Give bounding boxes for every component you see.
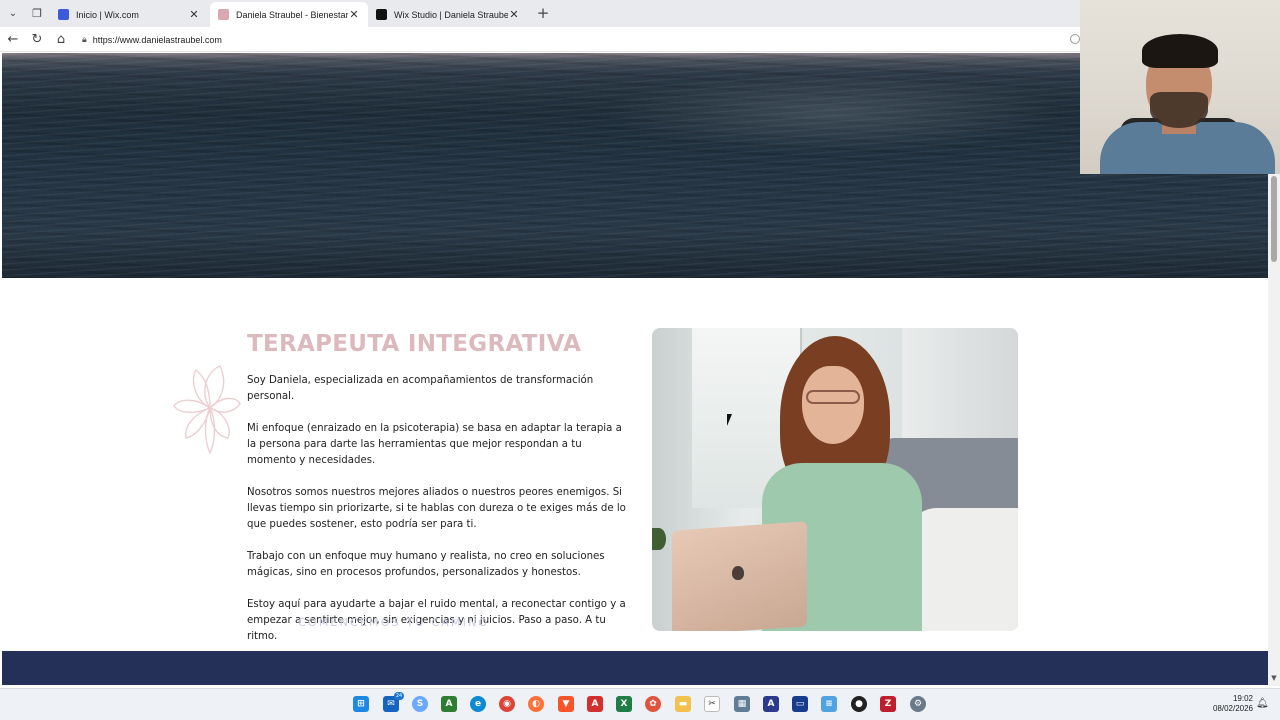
terminal-icon[interactable]: A xyxy=(441,696,457,712)
url-text: https://www.danielastraubel.com xyxy=(92,34,222,45)
site-favicon-icon xyxy=(218,9,229,20)
tab-search-icon[interactable]: ⌄ xyxy=(4,4,22,22)
windows-taskbar xyxy=(0,688,1280,720)
apple-logo-icon xyxy=(732,566,744,580)
app-icon[interactable]: ▭ xyxy=(792,696,808,712)
brave-icon[interactable]: ▼ xyxy=(558,696,574,712)
daniela-portrait-photo xyxy=(652,328,1018,631)
back-arrow-icon[interactable]: ← xyxy=(5,31,21,47)
paragraph: Soy Daniela, especializada en acompañami… xyxy=(247,375,594,402)
calculator-icon[interactable]: ▦ xyxy=(734,696,750,712)
tab-title: Inicio | Wix.com xyxy=(76,9,139,20)
notification-badge: 24 xyxy=(394,692,404,700)
windows-start-icon[interactable]: ⊞ xyxy=(353,696,369,712)
close-tab-icon[interactable]: ✕ xyxy=(348,8,360,21)
obs-icon[interactable]: ● xyxy=(851,696,867,712)
wix-favicon-icon xyxy=(58,9,69,20)
photo-face xyxy=(802,366,864,444)
edge-icon[interactable]: e xyxy=(470,696,486,712)
acrobat-icon[interactable]: A xyxy=(587,696,603,712)
paragraph: Trabajo con un enfoque muy humano y real… xyxy=(247,551,605,578)
excel-icon[interactable]: X xyxy=(616,696,632,712)
zoom-icon[interactable] xyxy=(1070,34,1080,44)
tab-inicio-wix[interactable]: Inicio | Wix.com ✕ xyxy=(50,2,208,27)
taskbar-clock[interactable]: 19:02 08/02/2026 xyxy=(1205,694,1253,714)
close-tab-icon[interactable]: ✕ xyxy=(508,8,520,21)
tab-title: Wix Studio | Daniela Straubel xyxy=(394,9,508,20)
cta-banner[interactable] xyxy=(2,651,1268,685)
notepad-icon[interactable]: ≡ xyxy=(821,696,837,712)
lock-icon: 🔒︎ xyxy=(82,34,87,45)
photo-pillow xyxy=(907,508,1018,631)
home-icon[interactable]: ⌂ xyxy=(53,31,69,47)
webcam-beard xyxy=(1150,92,1208,128)
hero-sea-image xyxy=(2,53,1268,278)
page-scrollbar[interactable] xyxy=(1268,174,1280,686)
scroll-thumb[interactable] xyxy=(1271,176,1277,262)
webcam-hair xyxy=(1142,34,1218,68)
photo-plant xyxy=(652,528,666,550)
new-tab-button[interactable]: + xyxy=(535,4,551,22)
chrome-icon[interactable]: ◉ xyxy=(499,696,515,712)
tab-actions-icon[interactable]: ❐ xyxy=(28,4,46,22)
app-icon[interactable]: A xyxy=(763,696,779,712)
wix-studio-favicon-icon xyxy=(376,9,387,20)
address-bar[interactable]: 🔒︎ https://www.danielastraubel.com xyxy=(76,30,1080,49)
section-heading: TERAPEUTA INTEGRATIVA xyxy=(247,331,582,357)
hero-glint xyxy=(602,73,1062,153)
scroll-down-icon[interactable]: ▼ xyxy=(1269,674,1279,684)
tab-daniela-straubel[interactable]: Daniela Straubel - Bienestar Integr ✕ xyxy=(210,2,368,27)
app-icon[interactable]: ✿ xyxy=(645,696,661,712)
skype-icon[interactable]: S xyxy=(412,696,428,712)
folder-icon[interactable]: ▬ xyxy=(675,696,691,712)
paragraph: Mi enfoque (enraizado en la psicoterapia… xyxy=(247,423,622,466)
settings-icon[interactable]: ⚙ xyxy=(910,696,926,712)
cta-label[interactable]: COMENCEMOS TU CAMINO xyxy=(298,616,489,629)
tab-title: Daniela Straubel - Bienestar Integr xyxy=(236,9,348,20)
address-toolbar: ← ↻ ⌂ 🔒︎ https://www.danielastraubel.com xyxy=(0,27,1080,52)
paragraph: Nosotros somos nuestros mejores aliados … xyxy=(247,487,626,530)
lotus-flower-icon xyxy=(173,365,241,455)
reload-icon[interactable]: ↻ xyxy=(29,31,45,47)
clock-date: 08/02/2026 xyxy=(1212,704,1253,713)
notification-bell-icon[interactable]: 🔔︎ xyxy=(1256,698,1269,710)
mouse-cursor-icon xyxy=(727,414,737,426)
filezilla-icon[interactable]: Z xyxy=(880,696,896,712)
snipping-tool-icon[interactable]: ✂ xyxy=(704,696,720,712)
tab-wix-studio[interactable]: Wix Studio | Daniela Straubel ✕ xyxy=(368,2,528,27)
web-page: TERAPEUTA INTEGRATIVA Soy Daniela, espec… xyxy=(2,53,1268,685)
webcam-overlay xyxy=(1080,0,1280,174)
browser-window: ⌄ ❐ Inicio | Wix.com ✕ Daniela Straubel … xyxy=(0,0,1280,720)
close-tab-icon[interactable]: ✕ xyxy=(188,8,200,21)
photo-glasses xyxy=(806,390,860,404)
firefox-icon[interactable]: ◐ xyxy=(528,696,544,712)
clock-time: 19:02 xyxy=(1232,694,1253,703)
